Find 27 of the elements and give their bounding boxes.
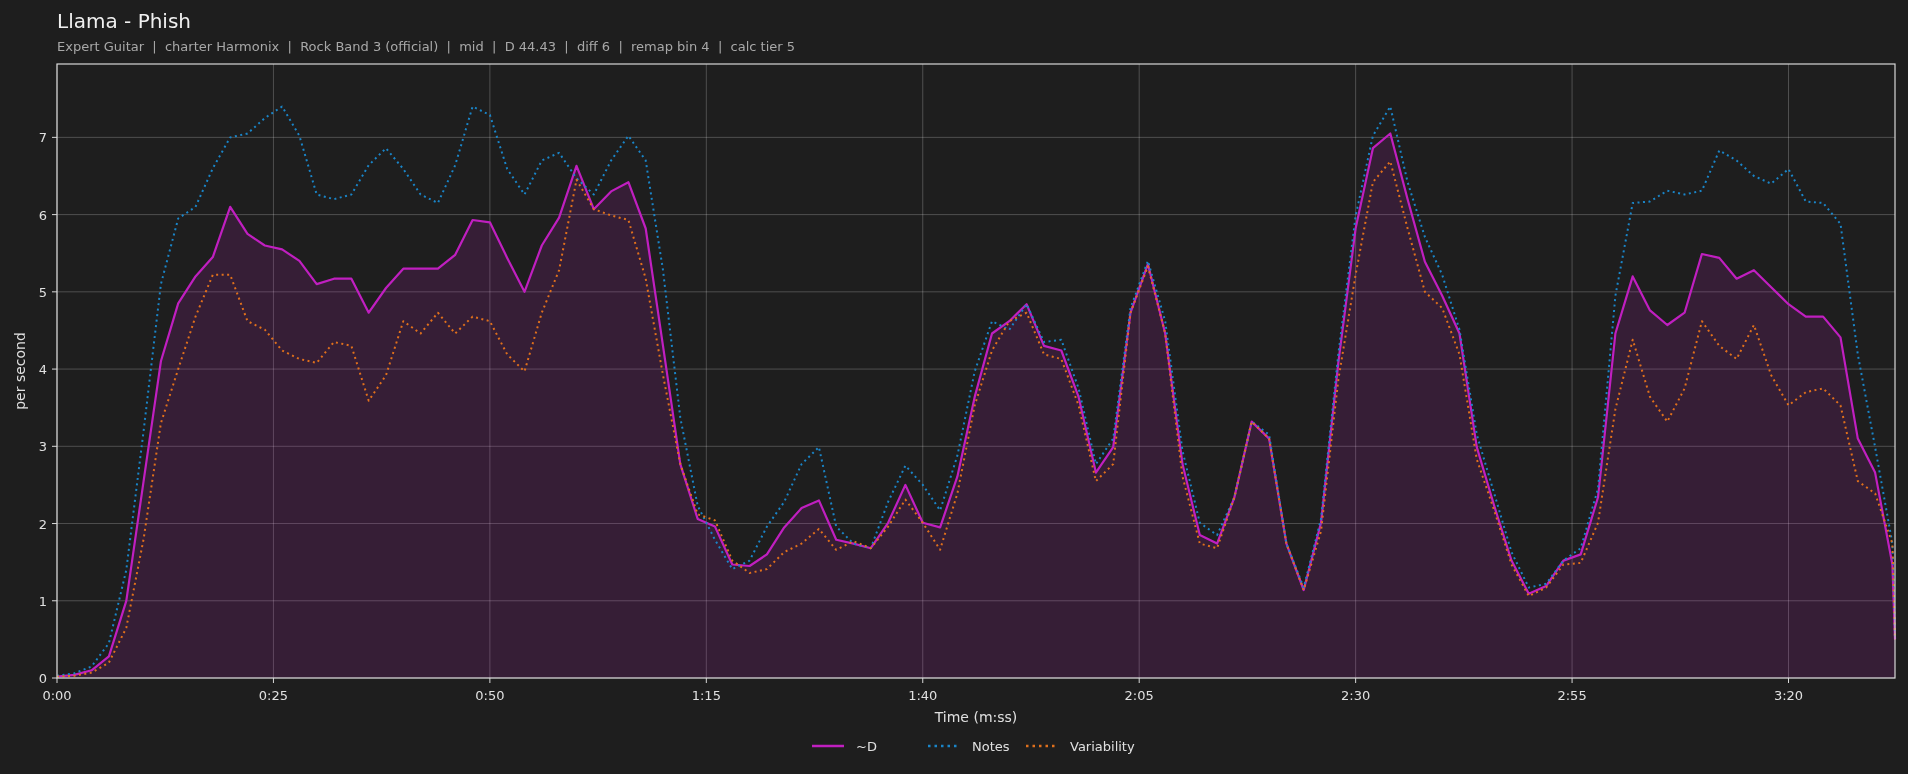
legend-label: Notes [972, 739, 1010, 754]
y-tick-label: 5 [38, 284, 47, 300]
y-tick-label: 2 [38, 516, 47, 532]
x-tick-label: 1:15 [691, 688, 721, 703]
x-tick-label: 0:00 [42, 688, 72, 703]
legend-label: Variability [1070, 739, 1135, 754]
legend-line-icon [1026, 744, 1058, 748]
y-tick-label: 6 [38, 207, 47, 223]
x-axis-label: Time (m:ss) [934, 709, 1018, 725]
x-tick-label: 2:55 [1557, 688, 1587, 703]
chart-title: Llama - Phish [57, 8, 191, 34]
y-tick-label: 7 [38, 130, 47, 146]
legend-line-icon [812, 744, 844, 748]
legend-label: ~D [856, 739, 877, 754]
chart-subtitle: Expert Guitar | charter Harmonix | Rock Band 3 (official) | mid | D 44.43 | diff 6 | remap bin 4 | calc tier 5 [57, 38, 795, 56]
y-tick-label: 1 [38, 593, 47, 609]
x-tick-label: 0:25 [258, 688, 289, 703]
y-tick-label: 4 [38, 362, 47, 378]
x-tick-label: 2:30 [1341, 688, 1371, 703]
y-axis-label: per second [12, 332, 28, 410]
x-tick-label: 1:40 [908, 688, 938, 703]
x-tick-label: 0:50 [475, 688, 505, 703]
x-tick-label: 2:05 [1124, 688, 1154, 703]
x-tick-label: 3:20 [1773, 688, 1804, 703]
legend-line-icon [928, 744, 960, 748]
y-tick-label: 0 [38, 671, 47, 686]
y-tick-label: 3 [38, 439, 47, 455]
